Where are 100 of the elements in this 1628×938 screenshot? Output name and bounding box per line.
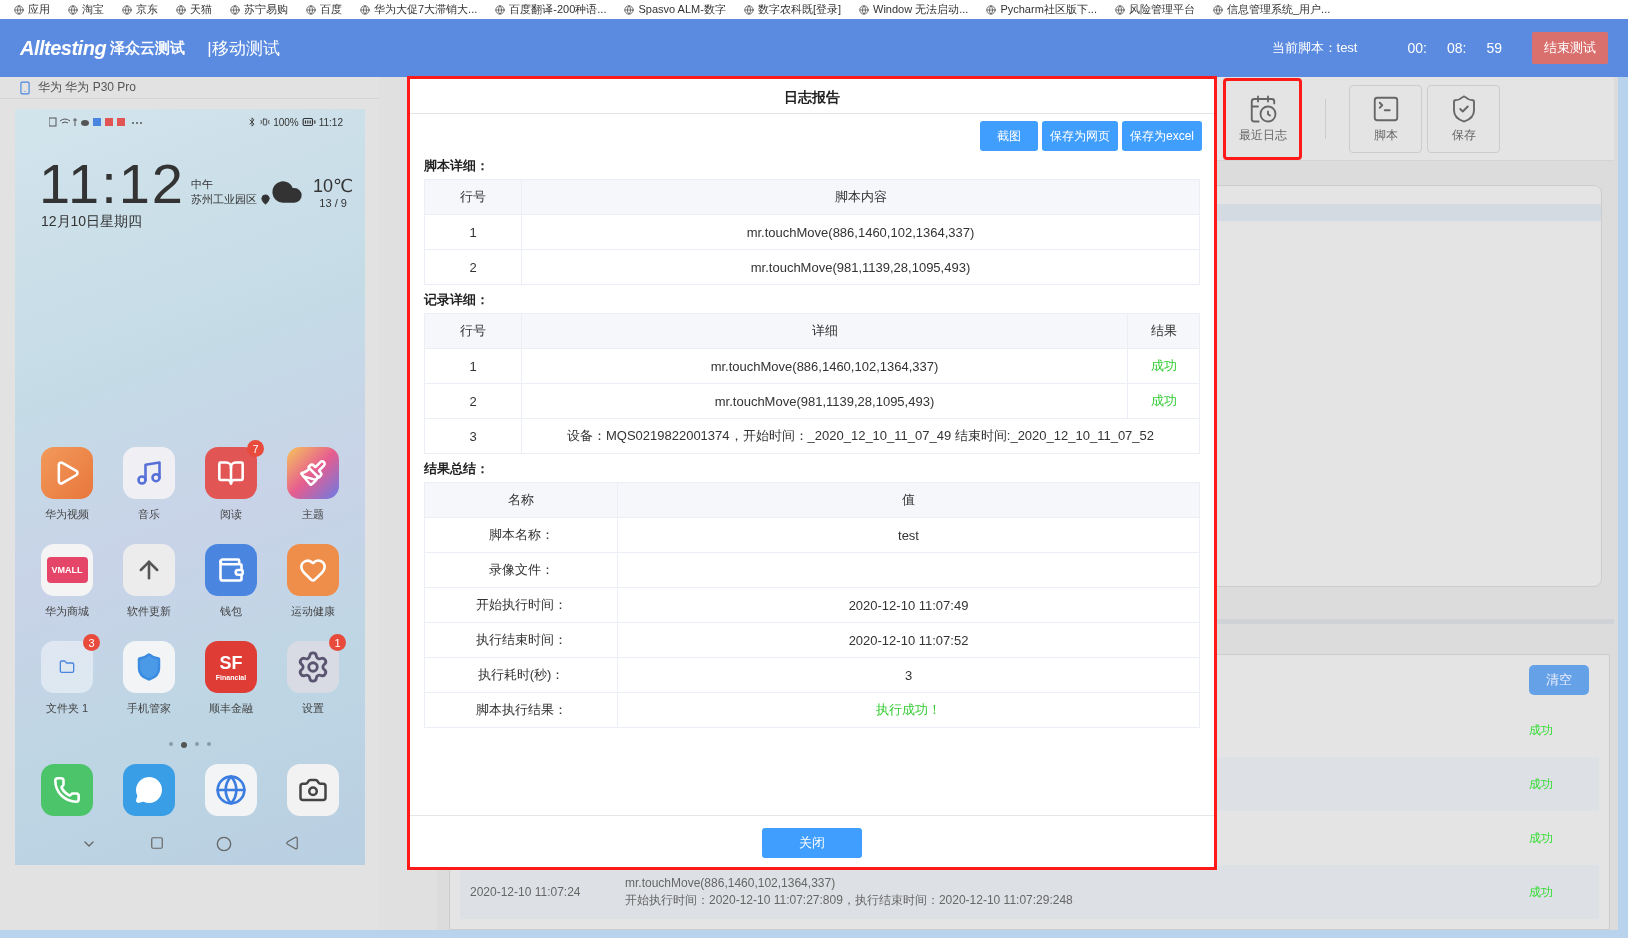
status-text: 成功 (1529, 829, 1554, 847)
globe-icon (306, 4, 316, 15)
app-label: 华为商城 (45, 604, 89, 619)
temperature-range: 13 / 9 (319, 197, 347, 209)
globe-icon (176, 4, 186, 15)
date-text: 12月10日星期四 (40, 212, 144, 231)
table-cell: mr.touchMove(886,1460,102,1364,337) (521, 348, 1128, 384)
notification-badge: 3 (83, 634, 100, 651)
column-header: 行号 (424, 313, 522, 349)
bookmark-link[interactable]: 信息管理系统_用户... (1212, 2, 1331, 17)
folder-icon (59, 659, 75, 675)
bookmark-link[interactable]: 京东 (122, 2, 158, 17)
toolbar-button[interactable]: 保存 (1427, 84, 1500, 153)
bookmark-link[interactable]: 风险管理平台 (1114, 2, 1195, 17)
bookmark-link[interactable]: 应用 (14, 2, 50, 17)
book-icon (217, 459, 245, 487)
dialog-title: 日志报告 (410, 79, 1214, 114)
table-cell: 脚本执行结果： (424, 692, 618, 728)
app-icon[interactable] (123, 641, 175, 693)
globe-icon (986, 4, 997, 15)
logo-text: VMALL (46, 557, 88, 583)
globe-icon (495, 4, 506, 15)
result-cell: 成功 (1127, 348, 1200, 384)
location-pin-icon (260, 194, 271, 205)
back-icon[interactable] (284, 836, 299, 850)
clock-period: 中午 (191, 177, 214, 192)
phone-icon (18, 80, 32, 95)
device-name: 华为 华为 P30 Pro (38, 79, 137, 96)
table-cell: 3 (617, 657, 1200, 693)
column-header: 脚本内容 (521, 179, 1200, 215)
globe-icon (743, 4, 754, 15)
table-cell: 2020-12-10 11:07:49 (617, 587, 1200, 623)
dock-app-icon[interactable] (205, 764, 257, 816)
chat-bubble-icon (135, 776, 163, 804)
bookmark-link[interactable]: 淘宝 (68, 2, 104, 17)
app-icon[interactable] (123, 447, 175, 499)
bookmark-link[interactable]: Window 无法启动... (859, 2, 969, 17)
bookmark-link[interactable]: Pycharm社区版下... (986, 2, 1097, 17)
bookmark-link[interactable]: 天猫 (176, 2, 212, 17)
app-icon[interactable] (41, 447, 93, 499)
table-cell: 1 (424, 348, 522, 384)
logo-text: SF (219, 653, 243, 674)
table-cell: 1 (424, 214, 522, 250)
toolbar-button[interactable]: 脚本 (1349, 84, 1422, 153)
globe-icon (360, 4, 370, 15)
home-icon[interactable] (216, 836, 233, 852)
globe-icon (859, 4, 870, 15)
globe-icon (1212, 4, 1223, 15)
app-icon[interactable] (287, 641, 339, 693)
heart-icon (299, 556, 327, 584)
bookmark-link[interactable]: 百度翻译-200种语... (495, 2, 607, 17)
battery-percent: 100% (273, 116, 299, 128)
status-time: 11:12 (318, 116, 343, 128)
app-icon[interactable]: VMALL (41, 544, 93, 596)
table-cell: 执行结束时间： (424, 622, 618, 658)
app-icon[interactable] (205, 447, 257, 499)
app-label: 设置 (302, 701, 324, 716)
app-label: 音乐 (138, 507, 160, 522)
table-cell: 脚本名称： (424, 517, 618, 553)
table-cell: 3 (424, 418, 522, 454)
table-cell: 2020-12-10 11:07:52 (617, 622, 1200, 658)
app-icon[interactable] (205, 544, 257, 596)
globe-icon (68, 4, 78, 15)
bookmark-link[interactable]: 华为大促7大滞销大... (360, 2, 478, 17)
table-cell: 执行耗时(秒)： (424, 657, 618, 693)
app-label: 文件夹 1 (45, 701, 89, 716)
column-header: 行号 (424, 179, 522, 215)
phone-icon (53, 776, 81, 804)
bookmark-link[interactable]: 数字农科既[登录] (743, 2, 842, 17)
bookmark-link[interactable]: 百度 (306, 2, 342, 17)
column-header: 详细 (521, 313, 1128, 349)
column-header: 名称 (424, 482, 618, 518)
app-label: 阅读 (220, 507, 242, 522)
wallet-icon (217, 556, 245, 584)
table-cell: 设备：MQS0219822001374，开始时间：_2020_12_10_11_07_49 结束时间:_2020_12_10_11_07_52 (521, 418, 1200, 454)
music-note-icon (135, 459, 163, 487)
section-label: 记录详细： (424, 291, 490, 309)
log-detail: mr.touchMove(886,1460,102,1364,337) (625, 875, 837, 890)
app-icon[interactable] (41, 641, 93, 693)
app-icon[interactable] (123, 544, 175, 596)
table-cell: test (617, 517, 1200, 553)
globe-icon (1114, 4, 1125, 15)
current-script-label: 当前脚本：test (1271, 39, 1358, 57)
bluetooth-icon (247, 117, 258, 127)
app-icon[interactable] (287, 447, 339, 499)
app-label: 主题 (302, 507, 324, 522)
log-detail: 开始执行时间：2020-12-10 11:07:27:809，执行结束时间：2020-12-10 11:07:29:248 (625, 891, 1074, 909)
dock-app-icon[interactable] (287, 764, 339, 816)
section-label: 脚本详细： (424, 157, 490, 175)
toolbar-button[interactable]: 最近日志 (1223, 77, 1302, 160)
brand-name: 泽众云测试 (110, 38, 186, 58)
bookmark-link[interactable]: Spasvo ALM-数字 (624, 2, 726, 17)
paintbrush-icon (299, 459, 327, 487)
location-text: 苏州工业园区 (191, 192, 257, 207)
square-icon[interactable] (149, 836, 164, 850)
notification-badge: 7 (247, 440, 264, 457)
result-cell: 成功 (1127, 383, 1200, 419)
app-label: 软件更新 (127, 604, 171, 619)
bookmark-link[interactable]: 苏宁易购 (230, 2, 288, 17)
app-label: 华为视频 (45, 507, 89, 522)
